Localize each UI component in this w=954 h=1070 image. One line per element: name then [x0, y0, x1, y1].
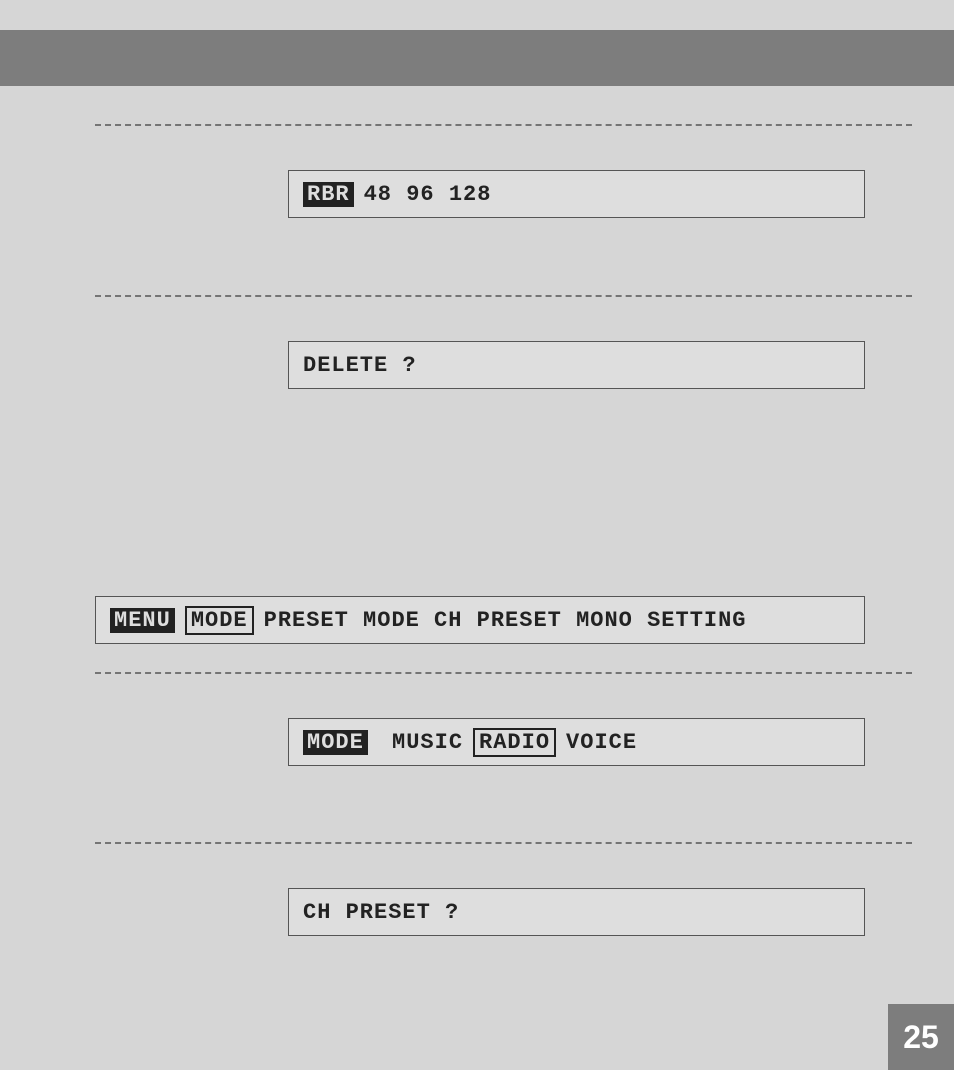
lcd-segment: 48 96 128	[364, 182, 492, 207]
separator-3	[95, 672, 912, 674]
header-band	[0, 30, 954, 86]
lcd-segment: MODE	[185, 606, 254, 635]
lcd-segment: RBR	[303, 182, 354, 207]
page-number: 25	[903, 1019, 939, 1056]
lcd-segment: DELETE ?	[303, 353, 417, 378]
lcd-rbr-bitrate: RBR 48 96 128	[288, 170, 865, 218]
separator-4	[95, 842, 912, 844]
separator-2	[95, 295, 912, 297]
lcd-delete-prompt: DELETE ?	[288, 341, 865, 389]
lcd-segment: PRESET MODE CH PRESET MONO SETTING	[264, 608, 747, 633]
lcd-segment: CH PRESET ?	[303, 900, 459, 925]
lcd-ch-preset-prompt: CH PRESET ?	[288, 888, 865, 936]
lcd-segment: MENU	[110, 608, 175, 633]
page-number-tab: 25	[888, 1004, 954, 1070]
lcd-segment: MODE	[303, 730, 368, 755]
lcd-segment: MUSIC	[378, 730, 463, 755]
lcd-menu-bar: MENU MODE PRESET MODE CH PRESET MONO SETTI…	[95, 596, 865, 644]
separator-1	[95, 124, 912, 126]
lcd-segment: VOICE	[566, 730, 637, 755]
lcd-mode-select: MODE MUSIC RADIO VOICE	[288, 718, 865, 766]
lcd-segment: RADIO	[473, 728, 556, 757]
